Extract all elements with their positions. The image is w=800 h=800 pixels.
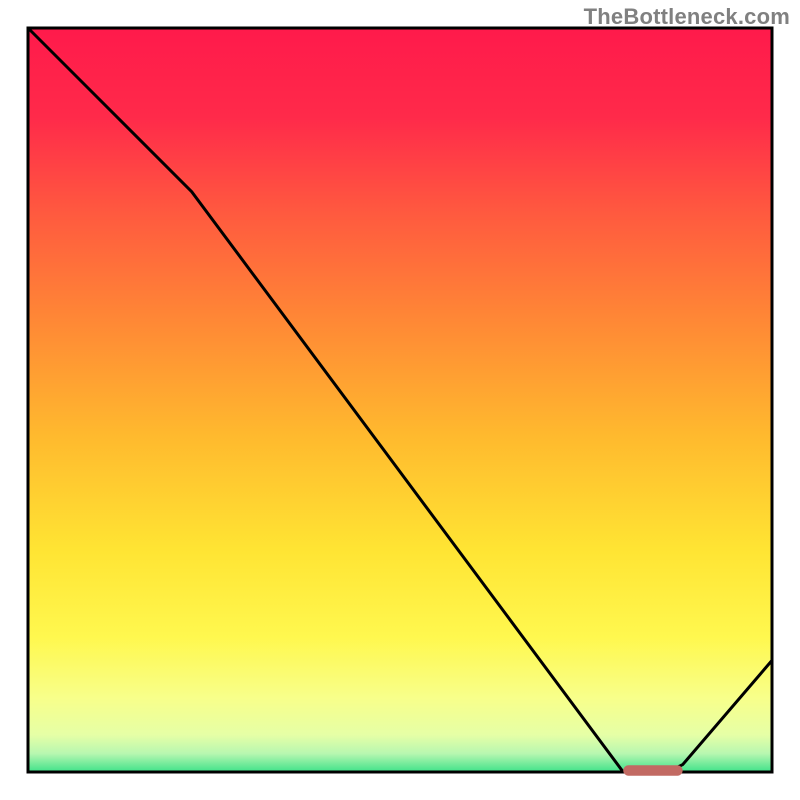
chart-container: TheBottleneck.com — [0, 0, 800, 800]
optimal-range-marker — [623, 765, 683, 775]
watermark-label: TheBottleneck.com — [584, 4, 790, 30]
plot-area — [28, 28, 772, 776]
bottleneck-chart — [0, 0, 800, 800]
